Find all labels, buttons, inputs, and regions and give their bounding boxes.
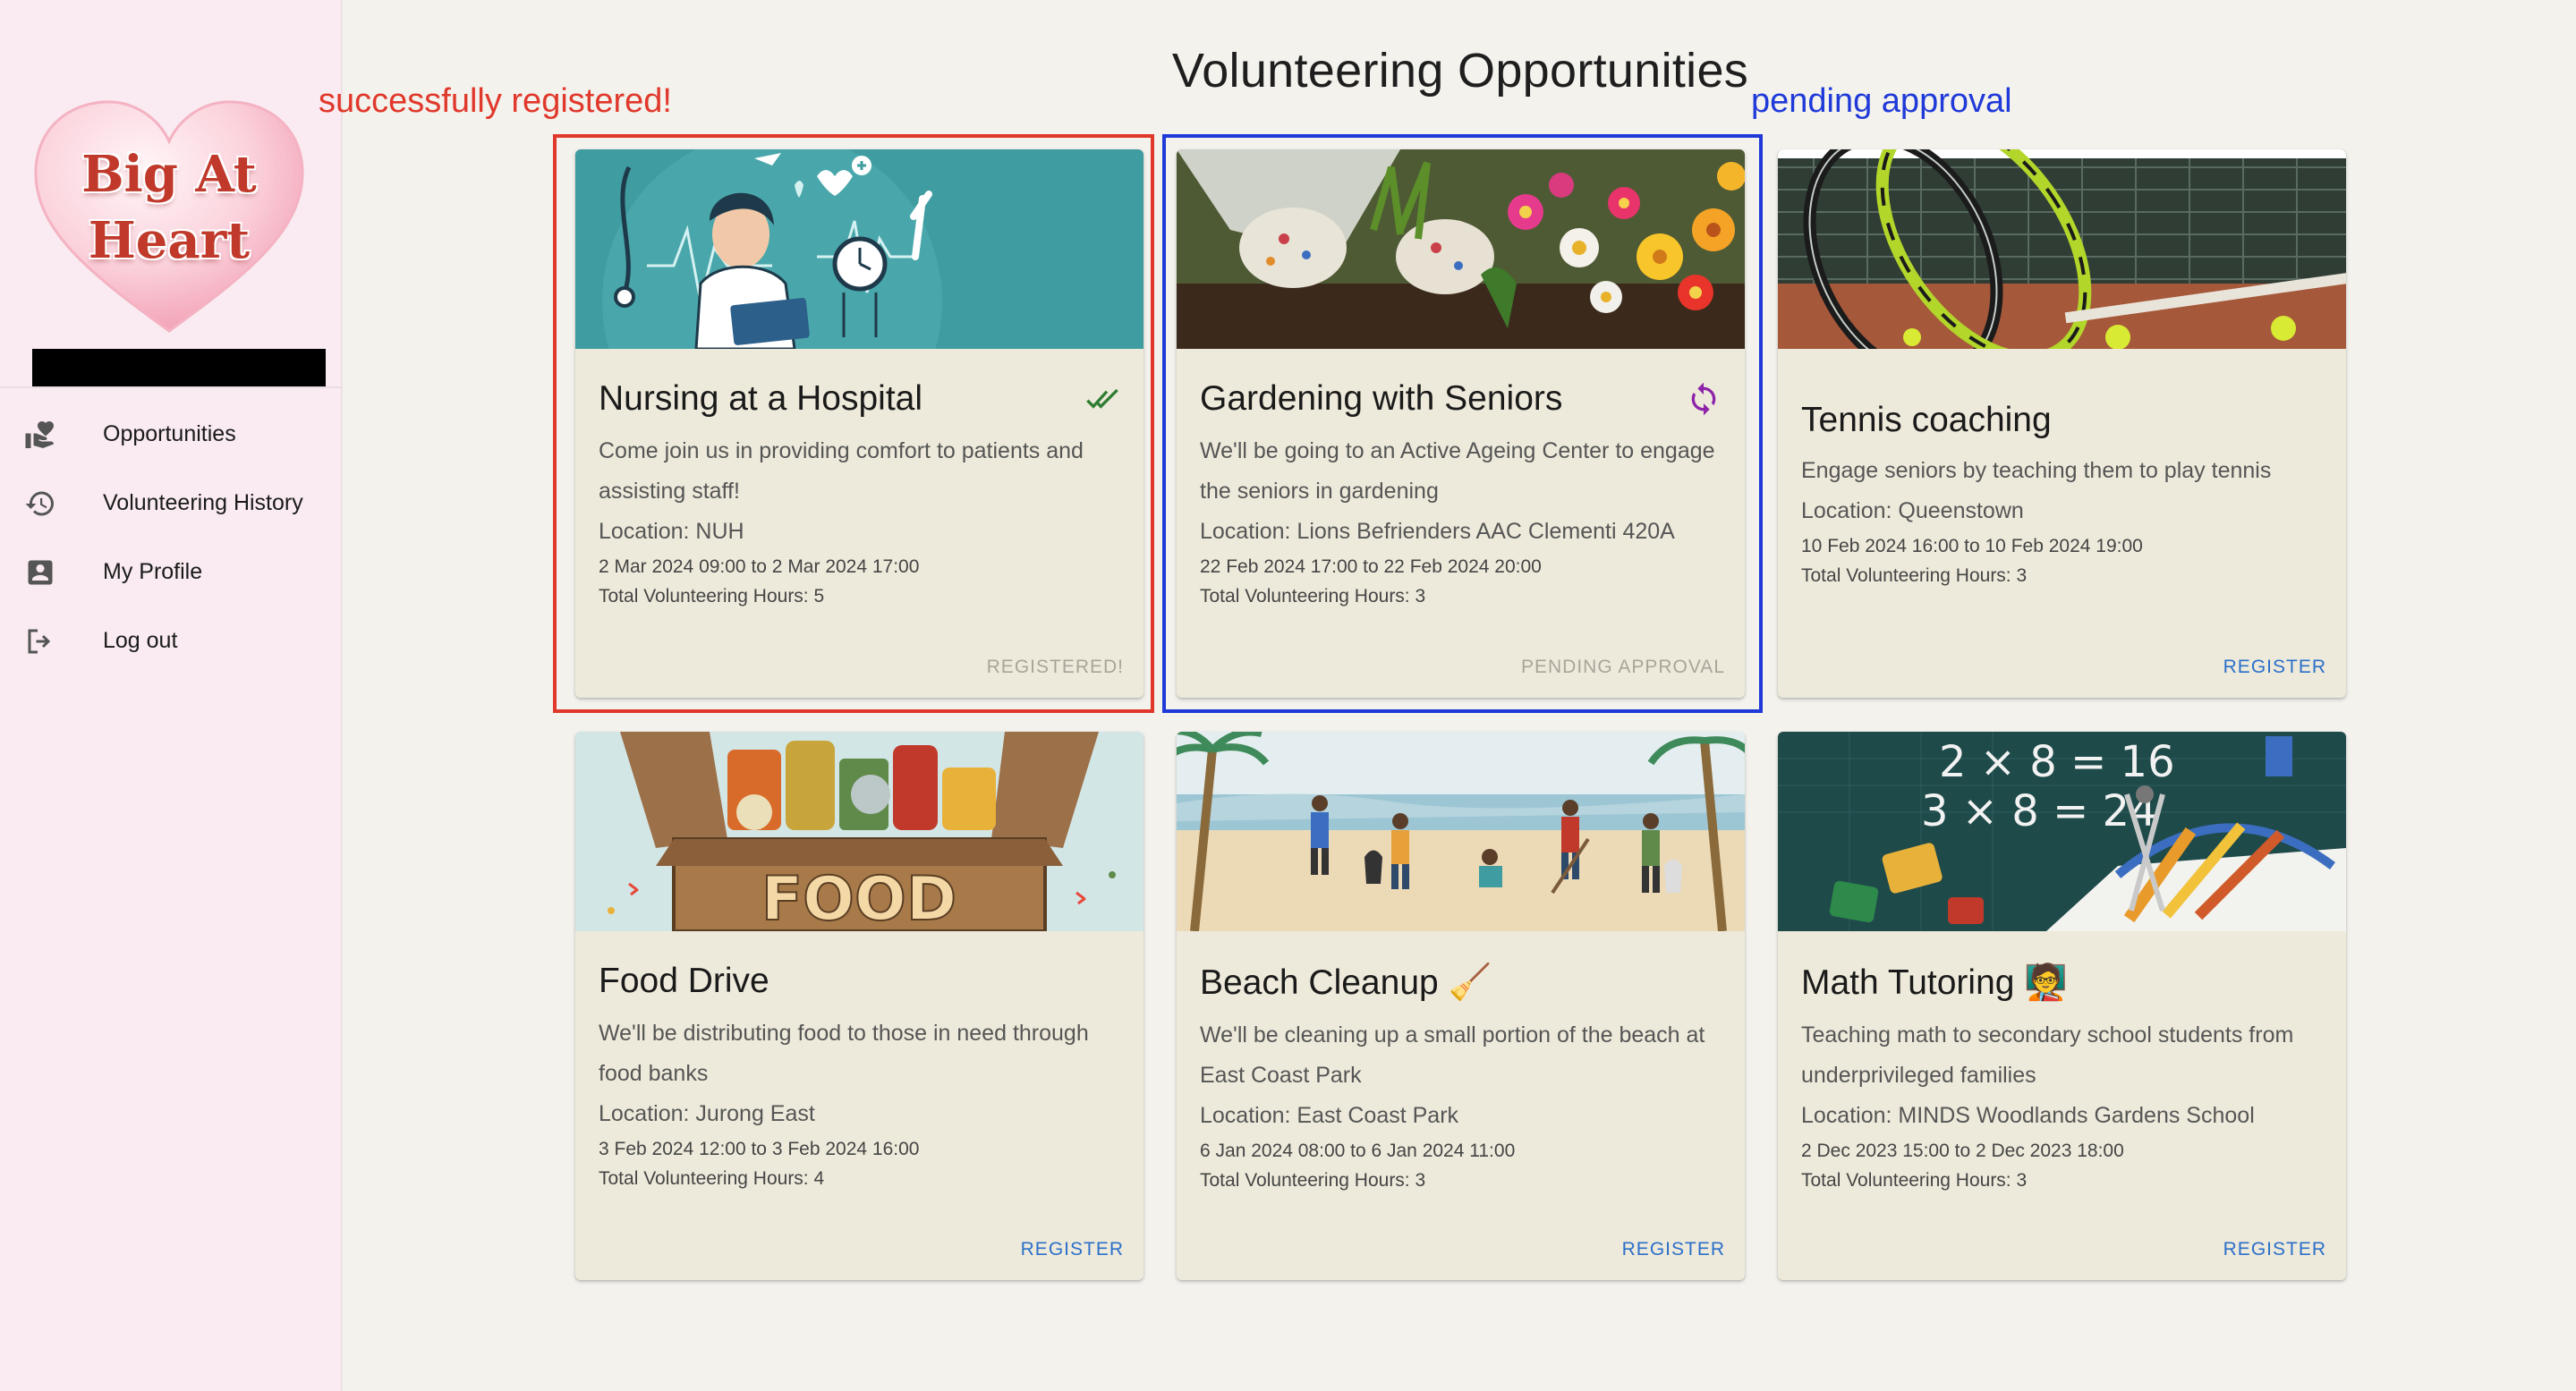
register-button[interactable]: REGISTER: [2223, 1239, 2326, 1260]
card-title: Tennis coaching: [1801, 401, 2052, 439]
opportunity-card-gardening: Gardening with Seniors We'll be going to…: [1177, 149, 1745, 698]
card-dates: 22 Feb 2024 17:00 to 22 Feb 2024 20:00: [1200, 556, 1542, 577]
redacted-username-bar: [32, 349, 326, 388]
card-location: Location: MINDS Woodlands Gardens School: [1801, 1103, 2255, 1128]
tennis-photo: [1778, 149, 2346, 349]
chalk-equation-2: 3 × 8 = 24: [1921, 786, 2157, 836]
opportunity-card-food-drive: FOOD Food Drive We'll be distributing fo…: [575, 732, 1143, 1280]
register-button[interactable]: REGISTER: [1622, 1239, 1725, 1260]
sidebar-item-my-profile[interactable]: My Profile: [0, 538, 343, 606]
card-description: Teaching math to secondary school studen…: [1801, 1022, 2294, 1088]
account-box-icon: [23, 556, 57, 589]
gardening-photo: [1177, 149, 1745, 349]
volunteer-hand-heart-icon: [23, 418, 57, 452]
card-title: Food Drive: [599, 962, 769, 1000]
card-hours: Total Volunteering Hours: 3: [1200, 586, 1426, 606]
math-chalkboard-photo: 2 × 8 = 16 3 × 8 = 24: [1778, 732, 2346, 931]
sidebar-item-label: Log out: [103, 628, 178, 653]
opportunity-card-nursing: Nursing at a Hospital Come join us in pr…: [575, 149, 1143, 698]
card-description: Engage seniors by teaching them to play …: [1801, 458, 2272, 483]
card-location: Location: Jurong East: [599, 1101, 815, 1126]
chalk-equation-1: 2 × 8 = 16: [1939, 737, 2175, 787]
beach-cleanup-illustration: [1177, 732, 1745, 931]
double-check-icon: [1084, 381, 1120, 417]
card-title: Nursing at a Hospital: [599, 379, 923, 418]
page-title: Volunteering Opportunities: [1171, 44, 1749, 98]
card-description: We'll be distributing food to those in n…: [599, 1021, 1089, 1086]
logo-text: Big At Heart: [30, 141, 308, 274]
card-dates: 3 Feb 2024 12:00 to 3 Feb 2024 16:00: [599, 1139, 920, 1159]
card-location: Location: NUH: [599, 519, 744, 544]
opportunity-card-math-tutoring: 2 × 8 = 16 3 × 8 = 24 Math Tutoring 🧑‍🏫 …: [1778, 732, 2346, 1280]
sidebar-item-label: Volunteering History: [103, 490, 303, 515]
card-description: We'll be cleaning up a small portion of …: [1200, 1022, 1705, 1088]
sidebar-divider: [0, 386, 343, 388]
card-location: Location: East Coast Park: [1200, 1103, 1459, 1128]
nursing-illustration: [575, 149, 1143, 349]
logo-line-1: Big At: [81, 145, 257, 204]
sidebar-item-label: My Profile: [103, 559, 203, 584]
logout-icon: [23, 624, 57, 658]
card-title: Math Tutoring 🧑‍🏫: [1801, 963, 2068, 1002]
annotation-pending: pending approval: [1751, 82, 2012, 120]
food-box-illustration: FOOD: [575, 732, 1143, 931]
sidebar-item-volunteering-history[interactable]: Volunteering History: [0, 469, 343, 538]
card-location: Location: Lions Befrienders AAC Clementi…: [1200, 519, 1675, 544]
pending-approval-button[interactable]: PENDING APPROVAL: [1521, 657, 1725, 678]
annotation-registered: successfully registered!: [319, 82, 672, 120]
sidebar-item-label: Opportunities: [103, 421, 236, 446]
opportunity-card-tennis: Tennis coaching Engage seniors by teachi…: [1778, 149, 2346, 698]
logo-line-2: Heart: [88, 211, 251, 270]
sidebar-nav: Opportunities Volunteering History My Pr…: [0, 400, 343, 675]
opportunity-card-beach-cleanup: Beach Cleanup 🧹 We'll be cleaning up a s…: [1177, 732, 1745, 1280]
card-description: Come join us in providing comfort to pat…: [599, 438, 1084, 504]
sidebar-item-log-out[interactable]: Log out: [0, 606, 343, 675]
sidebar-item-opportunities[interactable]: Opportunities: [0, 400, 343, 469]
register-button[interactable]: REGISTER: [1021, 1239, 1124, 1260]
card-hours: Total Volunteering Hours: 5: [599, 586, 825, 606]
registered-button[interactable]: REGISTERED!: [987, 657, 1124, 678]
register-button[interactable]: REGISTER: [2223, 657, 2326, 678]
sync-icon: [1686, 381, 1722, 417]
card-dates: 6 Jan 2024 08:00 to 6 Jan 2024 11:00: [1200, 1141, 1516, 1161]
food-box-label: FOOD: [761, 864, 957, 931]
card-location: Location: Queenstown: [1801, 498, 2024, 523]
card-dates: 10 Feb 2024 16:00 to 10 Feb 2024 19:00: [1801, 536, 2143, 556]
card-hours: Total Volunteering Hours: 3: [1200, 1170, 1426, 1191]
sidebar: Big At Heart Opportunities Volunteering …: [0, 0, 343, 1391]
big-at-heart-logo[interactable]: Big At Heart: [30, 97, 308, 338]
card-dates: 2 Dec 2023 15:00 to 2 Dec 2023 18:00: [1801, 1141, 2124, 1161]
card-dates: 2 Mar 2024 09:00 to 2 Mar 2024 17:00: [599, 556, 920, 577]
card-hours: Total Volunteering Hours: 3: [1801, 565, 2028, 586]
card-hours: Total Volunteering Hours: 4: [599, 1168, 825, 1189]
card-description: We'll be going to an Active Ageing Cente…: [1200, 438, 1715, 504]
card-title: Beach Cleanup 🧹: [1200, 963, 1492, 1002]
history-icon: [23, 487, 57, 521]
card-title: Gardening with Seniors: [1200, 379, 1563, 418]
card-hours: Total Volunteering Hours: 3: [1801, 1170, 2028, 1191]
